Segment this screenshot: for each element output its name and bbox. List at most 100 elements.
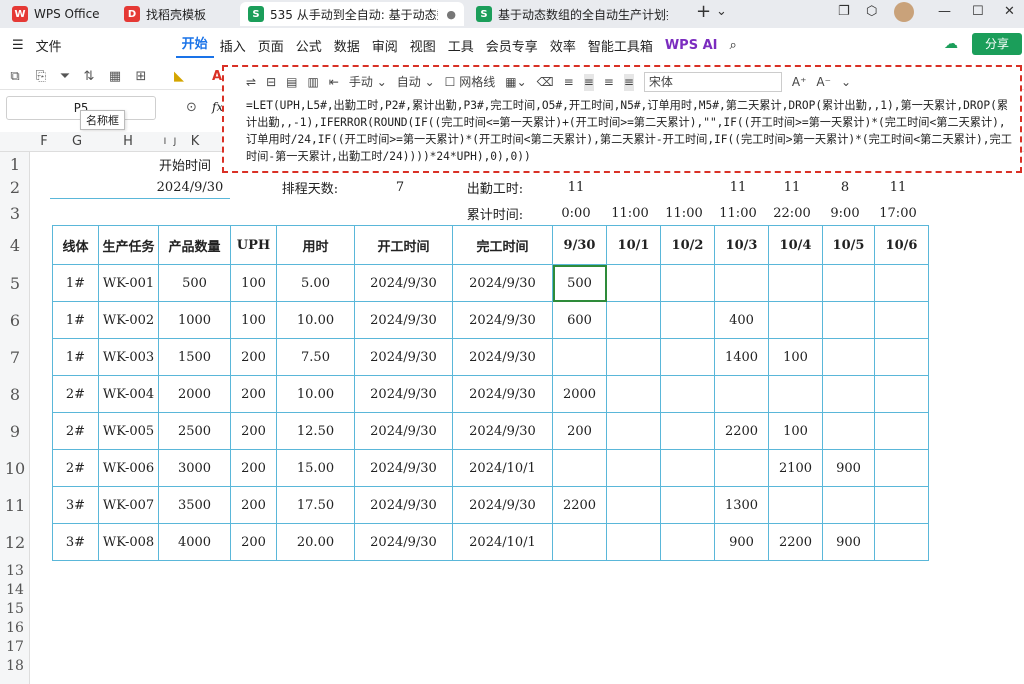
daily-output-cell[interactable] <box>606 301 661 339</box>
daily-output-cell[interactable] <box>660 338 715 376</box>
table-cell[interactable]: WK-004 <box>98 375 159 413</box>
row-header[interactable]: 13 <box>0 563 30 579</box>
daily-output-cell[interactable]: 500 <box>552 264 607 302</box>
column-heading[interactable]: UPH <box>230 225 277 265</box>
daily-output-cell[interactable] <box>606 375 661 413</box>
menu-data[interactable]: 数据 <box>328 36 366 55</box>
table-cell[interactable]: 2024/9/30 <box>354 301 453 339</box>
column-header[interactable]: G <box>58 132 96 152</box>
daily-output-cell[interactable]: 200 <box>552 412 607 450</box>
window-layout-icon[interactable]: ❐ <box>838 4 850 19</box>
daily-output-cell[interactable] <box>768 486 823 524</box>
table-cell[interactable]: 2024/10/1 <box>452 523 553 561</box>
table-cell[interactable]: 2# <box>52 412 99 450</box>
formula-text[interactable]: =LET(UPH,L5#,出勤工时,P2#,累计出勤,P3#,完工时间,O5#,… <box>246 97 1012 165</box>
daily-output-cell[interactable] <box>822 486 875 524</box>
daily-output-cell[interactable] <box>606 412 661 450</box>
daily-output-cell[interactable] <box>606 264 661 302</box>
row-header[interactable]: 6 <box>0 311 30 330</box>
daily-output-cell[interactable]: 2200 <box>552 486 607 524</box>
table-cell[interactable]: 4000 <box>158 523 231 561</box>
fill-icon[interactable]: ▦ <box>106 67 124 85</box>
table-cell[interactable]: 1# <box>52 264 99 302</box>
column-heading[interactable]: 10/6 <box>874 225 929 265</box>
schedule-days-value[interactable]: 7 <box>380 177 420 197</box>
format-painter-icon[interactable]: ⎘ <box>32 67 50 85</box>
table-cell[interactable]: 20.00 <box>276 523 355 561</box>
cumulative-time-cell[interactable]: 0:00 <box>549 203 603 223</box>
cumulative-time-cell[interactable]: 17:00 <box>871 203 925 223</box>
search-icon[interactable]: ⌕ <box>724 38 743 53</box>
hamburger-icon[interactable]: ☰ <box>6 38 30 53</box>
tab-close-icon[interactable]: ● <box>446 8 456 21</box>
daily-output-cell[interactable]: 100 <box>768 338 823 376</box>
daily-output-cell[interactable]: 100 <box>768 412 823 450</box>
tab-list-chevron-icon[interactable]: ⌄ <box>716 4 727 19</box>
daily-output-cell[interactable] <box>874 301 929 339</box>
work-hours-cell[interactable]: 11 <box>549 177 603 197</box>
table-cell[interactable]: 7.50 <box>276 338 355 376</box>
daily-output-cell[interactable] <box>660 486 715 524</box>
column-header[interactable]: F <box>30 132 58 152</box>
column-heading[interactable]: 产品数量 <box>158 225 231 265</box>
table-cell[interactable]: 1500 <box>158 338 231 376</box>
table-cell[interactable]: 2024/9/30 <box>354 449 453 487</box>
daily-output-cell[interactable]: 900 <box>714 523 769 561</box>
daily-output-cell[interactable] <box>822 338 875 376</box>
table-cell[interactable]: 2024/9/30 <box>452 486 553 524</box>
daily-output-cell[interactable] <box>874 264 929 302</box>
daily-output-cell[interactable]: 900 <box>822 523 875 561</box>
daily-output-cell[interactable] <box>874 338 929 376</box>
daily-output-cell[interactable]: 600 <box>552 301 607 339</box>
table-cell[interactable]: WK-003 <box>98 338 159 376</box>
daily-output-cell[interactable] <box>822 375 875 413</box>
tab-docer[interactable]: D 找稻壳模板 <box>116 2 236 26</box>
table-cell[interactable]: 2024/9/30 <box>354 264 453 302</box>
more-chevron-icon[interactable]: ⌄ <box>841 74 851 91</box>
column-heading[interactable]: 10/1 <box>606 225 661 265</box>
tab-sheet-2[interactable]: S 基于动态数组的全自动生产计划排 <box>468 2 688 26</box>
merge-icon[interactable]: ⇌ <box>246 74 256 91</box>
cumulative-time-cell[interactable]: 22:00 <box>765 203 819 223</box>
tab-wps-office[interactable]: W WPS Office <box>4 2 112 26</box>
table-cell[interactable]: 2500 <box>158 412 231 450</box>
table-cell[interactable]: 1# <box>52 338 99 376</box>
row-header[interactable]: 16 <box>0 620 30 636</box>
table-cell[interactable]: 2024/9/30 <box>452 412 553 450</box>
table-cell[interactable]: 3500 <box>158 486 231 524</box>
daily-output-cell[interactable] <box>552 449 607 487</box>
manual-dropdown[interactable]: 手动 ⌄ <box>349 74 387 91</box>
table-cell[interactable]: 200 <box>230 449 277 487</box>
daily-output-cell[interactable] <box>768 375 823 413</box>
daily-output-cell[interactable] <box>874 412 929 450</box>
column-header[interactable]: I <box>160 132 170 152</box>
table-cell[interactable]: 2024/9/30 <box>452 338 553 376</box>
row-icon[interactable]: ▤ <box>286 74 297 91</box>
indent-icon[interactable]: ⇤ <box>329 74 339 91</box>
wrap-icon[interactable]: ⊟ <box>266 74 276 91</box>
work-hours-cell[interactable]: 11 <box>871 177 925 197</box>
row-header[interactable]: 2 <box>0 178 30 197</box>
clear-format-icon[interactable]: ⌫ <box>537 74 554 91</box>
daily-output-cell[interactable] <box>768 264 823 302</box>
row-header[interactable]: 17 <box>0 639 30 655</box>
daily-output-cell[interactable] <box>552 338 607 376</box>
column-header[interactable]: H <box>96 132 160 152</box>
table-cell[interactable]: 3000 <box>158 449 231 487</box>
menu-insert[interactable]: 插入 <box>214 36 252 55</box>
row-header[interactable]: 18 <box>0 658 30 674</box>
table-cell[interactable]: 500 <box>158 264 231 302</box>
work-hours-cell[interactable]: 11 <box>711 177 765 197</box>
daily-output-cell[interactable] <box>606 486 661 524</box>
column-heading[interactable]: 9/30 <box>552 225 607 265</box>
menu-smart-toolbox[interactable]: 智能工具箱 <box>582 36 659 55</box>
daily-output-cell[interactable] <box>822 264 875 302</box>
daily-output-cell[interactable] <box>606 449 661 487</box>
daily-output-cell[interactable] <box>660 264 715 302</box>
menu-file[interactable]: 文件 <box>30 36 68 55</box>
work-hours-cell[interactable] <box>603 177 657 197</box>
avatar[interactable] <box>894 2 914 22</box>
table-cell[interactable]: 100 <box>230 301 277 339</box>
table-cell[interactable]: WK-007 <box>98 486 159 524</box>
cumulative-time-cell[interactable]: 11:00 <box>657 203 711 223</box>
